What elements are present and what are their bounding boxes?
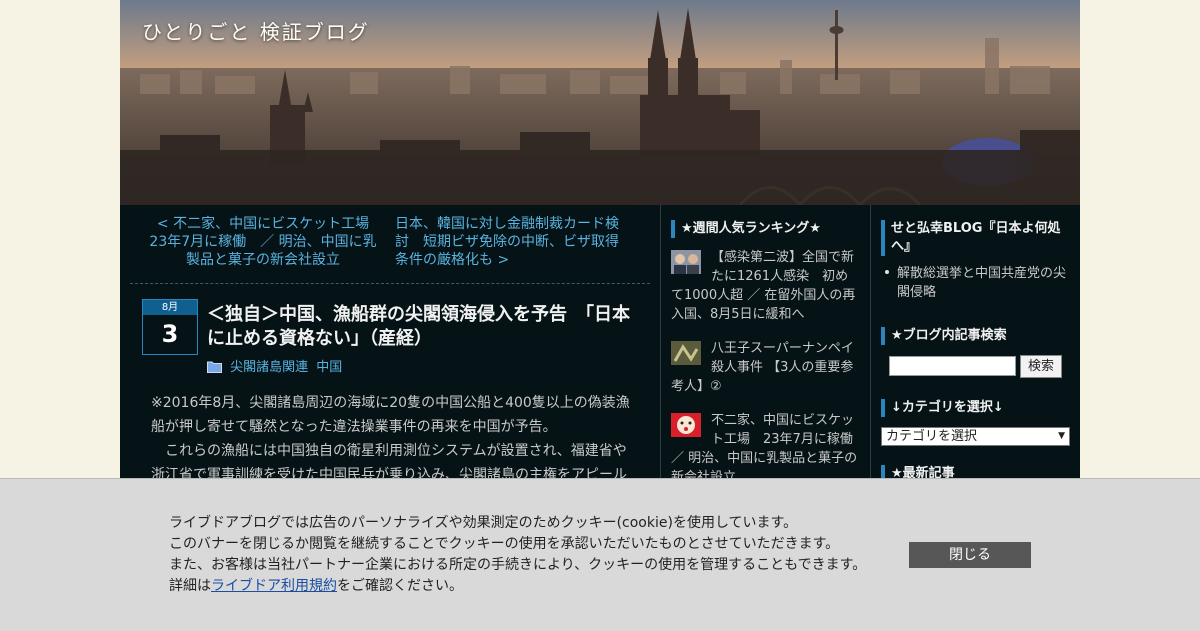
folder-icon [207,361,222,373]
search-button[interactable]: 検索 [1020,355,1062,378]
category-link-senkaku[interactable]: 尖閣諸島関連 [230,360,308,375]
search-input[interactable] [889,356,1016,376]
ranking-title: ★週間人気ランキング★ [671,220,821,238]
post-title[interactable]: ＜独自＞中国、漁船群の尖閣領海侵入を予告 「日本に止める資格ない」（産経） [207,303,647,351]
cookie-line: ライブドアブログでは広告のパーソナライズや効果測定のためクッキー(cookie)… [169,515,798,531]
date-month: 8月 [143,300,197,315]
ranking-item[interactable]: 【感染第二波】全国で新たに1261人感染 初めて1000人超 ／ 在留外国人の再… [671,248,859,324]
post-paragraph: ※2016年8月、尖閣諸島周辺の海域に20隻の中国公船と400隻以上の偽装漁船が… [151,395,630,435]
cookie-banner: ライブドアブログでは広告のパーソナライズや効果測定のためクッキー(cookie)… [0,478,1200,631]
cookie-message: ライブドアブログでは広告のパーソナライズや効果測定のためクッキー(cookie)… [169,513,889,597]
blog-link-title: せと弘幸BLOG『日本よ何処へ』 [881,220,1071,256]
blog-link-item[interactable]: 解散総選挙と中国共産党の尖閣侵略 [881,264,1073,302]
category-select[interactable]: カテゴリを選択 ▼ [881,427,1070,446]
date-day: 3 [161,320,179,348]
post-date-badge: 8月 3 [142,299,198,355]
ranking-item[interactable]: 八王子スーパーナンペイ殺人事件 【3人の重要参考人】② [671,339,859,396]
cookie-line: このバナーを閉じるか閲覧を継続することでクッキーの使用を承認いただいたものとさせ… [169,536,840,552]
article-thumbnail [671,250,701,274]
search-title: ★ブログ内記事検索 [881,327,1071,345]
post-categories: 尖閣諸島関連 中国 [207,356,346,375]
site-title[interactable]: ひとりごと 検証ブログ [142,16,370,45]
category-select-value: カテゴリを選択 [886,429,978,444]
cookie-line: 詳細はライブドア利用規約をご確認ください。 [169,576,889,597]
cookie-detail-suffix: をご確認ください。 [337,578,463,594]
cookie-detail-prefix: 詳細は [169,578,211,594]
post-navigation: < 不二家、中国にビスケット工場 23年7月に稼働 ／ 明治、中国に乳製品と菓子… [130,215,650,284]
article-thumbnail [671,413,701,437]
post-body: ※2016年8月、尖閣諸島周辺の海域に20隻の中国公船と400隻以上の偽装漁船が… [151,391,631,487]
dropdown-arrow-icon: ▼ [1058,431,1065,441]
ranking-item[interactable]: 不二家、中国にビスケット工場 23年7月に稼働 ／ 明治、中国に乳製品と菓子の新… [671,411,866,487]
previous-post-link[interactable]: < 不二家、中国にビスケット工場 23年7月に稼働 ／ 明治、中国に乳製品と菓子… [148,215,383,269]
terms-link[interactable]: ライブドア利用規約 [211,578,337,594]
category-title: ↓カテゴリを選択↓ [881,399,1071,417]
header-banner[interactable]: ひとりごと 検証ブログ [120,0,1080,205]
close-button[interactable]: 閉じる [909,542,1031,568]
cookie-line: また、お客様は当社パートナー企業における所定の手続きにより、クッキーの使用を管理… [169,557,867,573]
article-thumbnail [671,341,701,365]
category-link-china[interactable]: 中国 [316,360,342,375]
next-post-link[interactable]: 日本、韓国に対し金融制裁カード検討 短期ビザ免除の中断、ビザ取得条件の厳格化も … [395,215,630,269]
